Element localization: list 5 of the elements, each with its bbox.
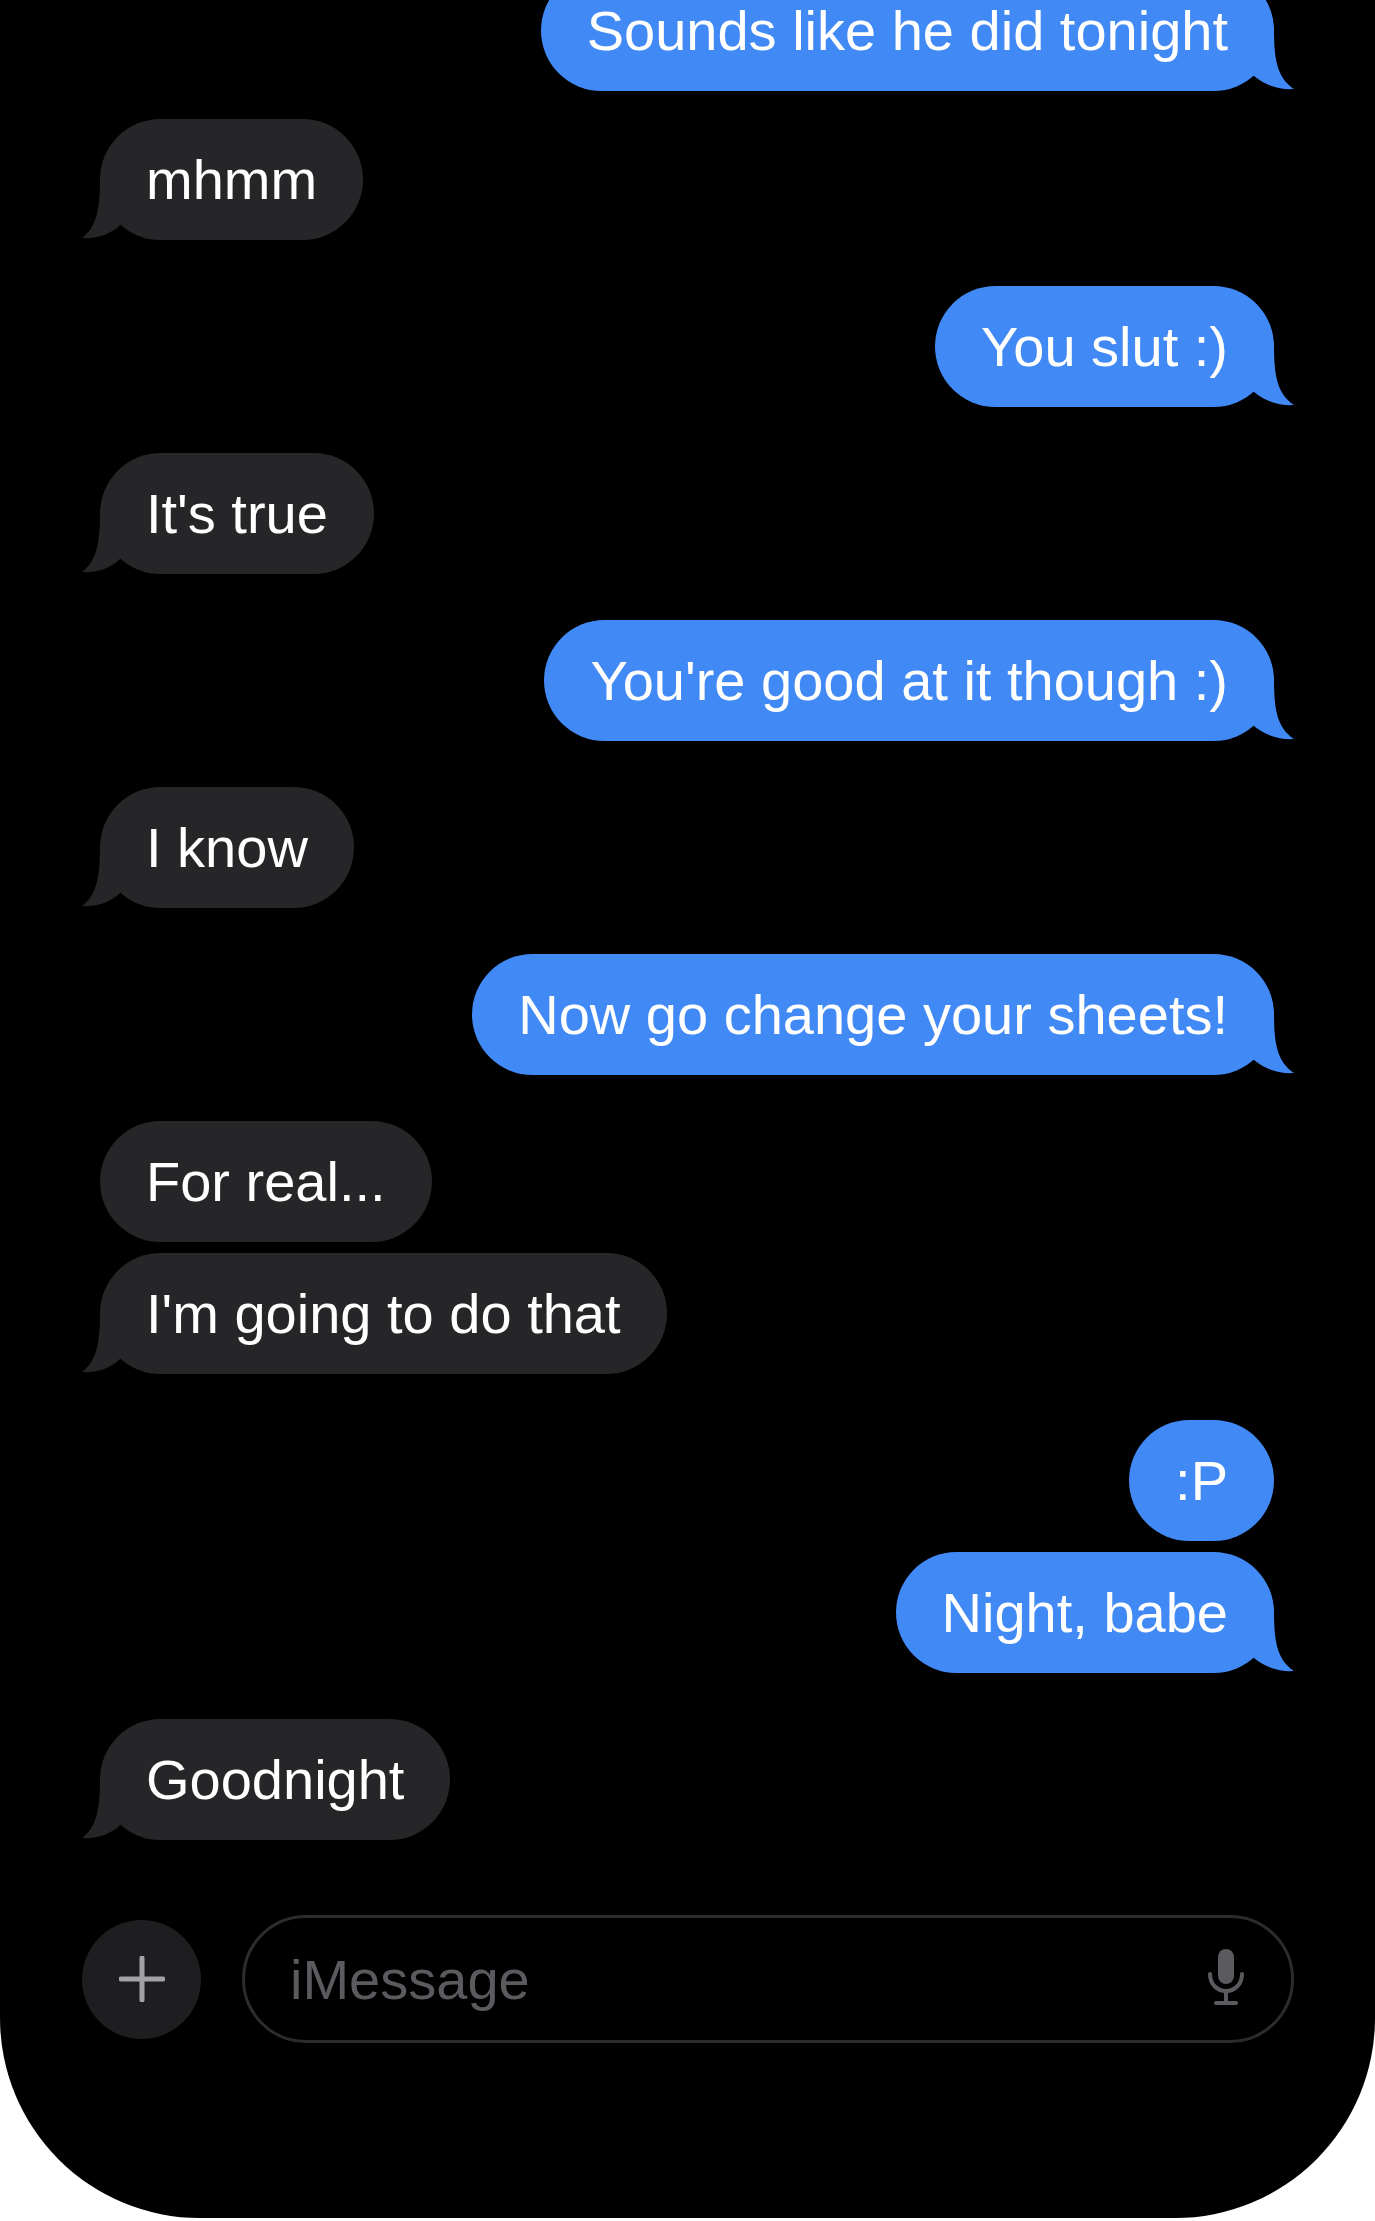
message-bubble: :P: [1129, 1420, 1274, 1541]
message-bubble: For real...: [100, 1121, 432, 1242]
message-input-field[interactable]: iMessage: [242, 1915, 1294, 2043]
microphone-icon[interactable]: [1207, 1949, 1245, 2006]
plus-icon: [118, 1956, 165, 2002]
